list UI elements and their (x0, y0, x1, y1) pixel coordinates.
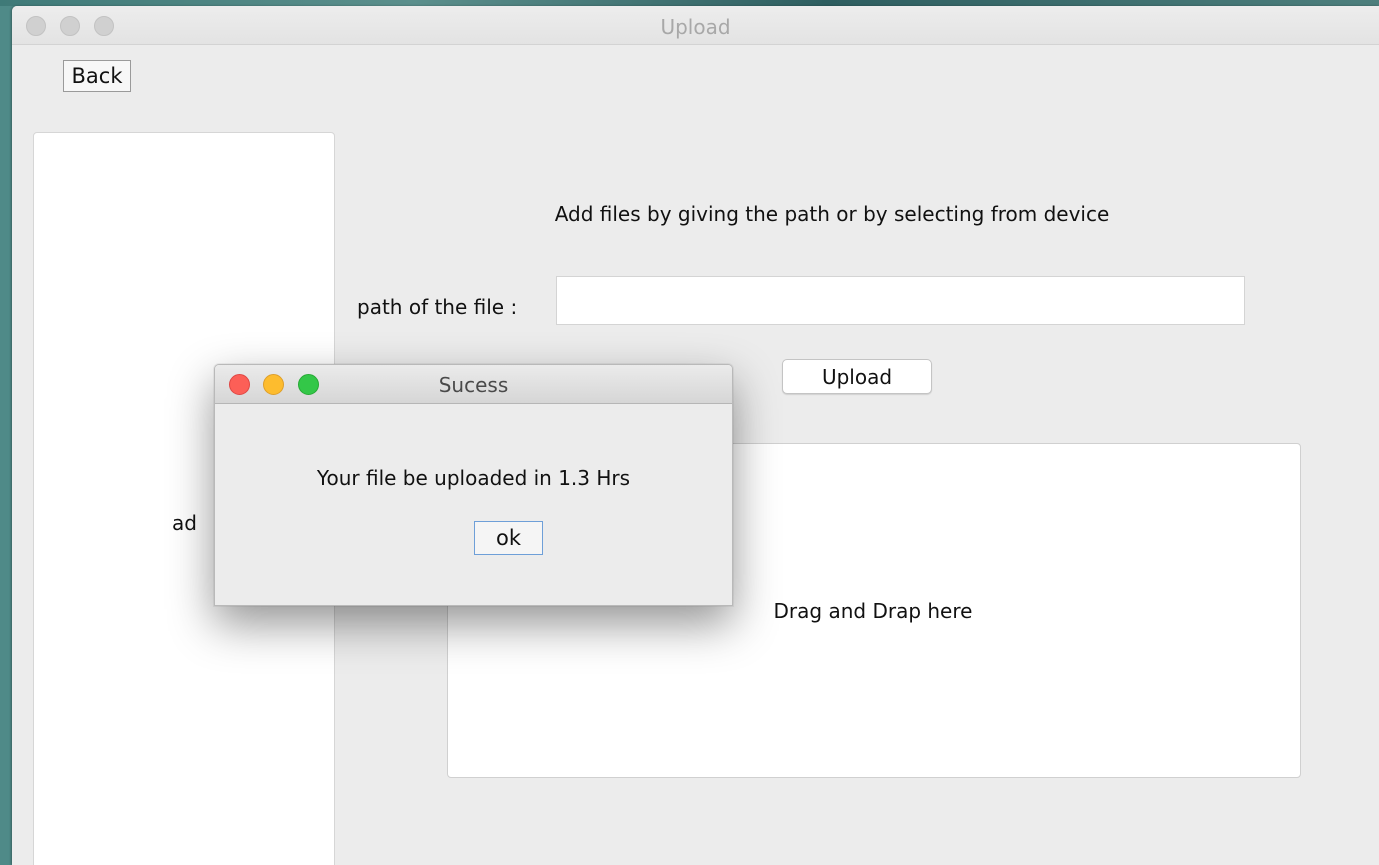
success-dialog: Sucess Your file be uploaded in 1.3 Hrs … (214, 364, 733, 606)
instructions-text: Add files by giving the path or by selec… (554, 202, 1110, 226)
upload-button[interactable]: Upload (782, 359, 932, 394)
side-panel-label: ad (172, 511, 197, 535)
dialog-title: Sucess (438, 373, 509, 397)
window-title: Upload (660, 15, 731, 39)
dialog-message: Your file be uploaded in 1.3 Hrs (316, 466, 631, 490)
path-input[interactable] (556, 276, 1245, 325)
ok-button[interactable]: ok (474, 521, 543, 555)
back-button[interactable]: Back (63, 60, 131, 92)
path-label: path of the file : (357, 295, 518, 319)
dialog-titlebar[interactable]: Sucess (215, 365, 732, 404)
window-titlebar[interactable]: Upload (12, 6, 1379, 45)
drop-zone-text: Drag and Drap here (773, 599, 973, 623)
